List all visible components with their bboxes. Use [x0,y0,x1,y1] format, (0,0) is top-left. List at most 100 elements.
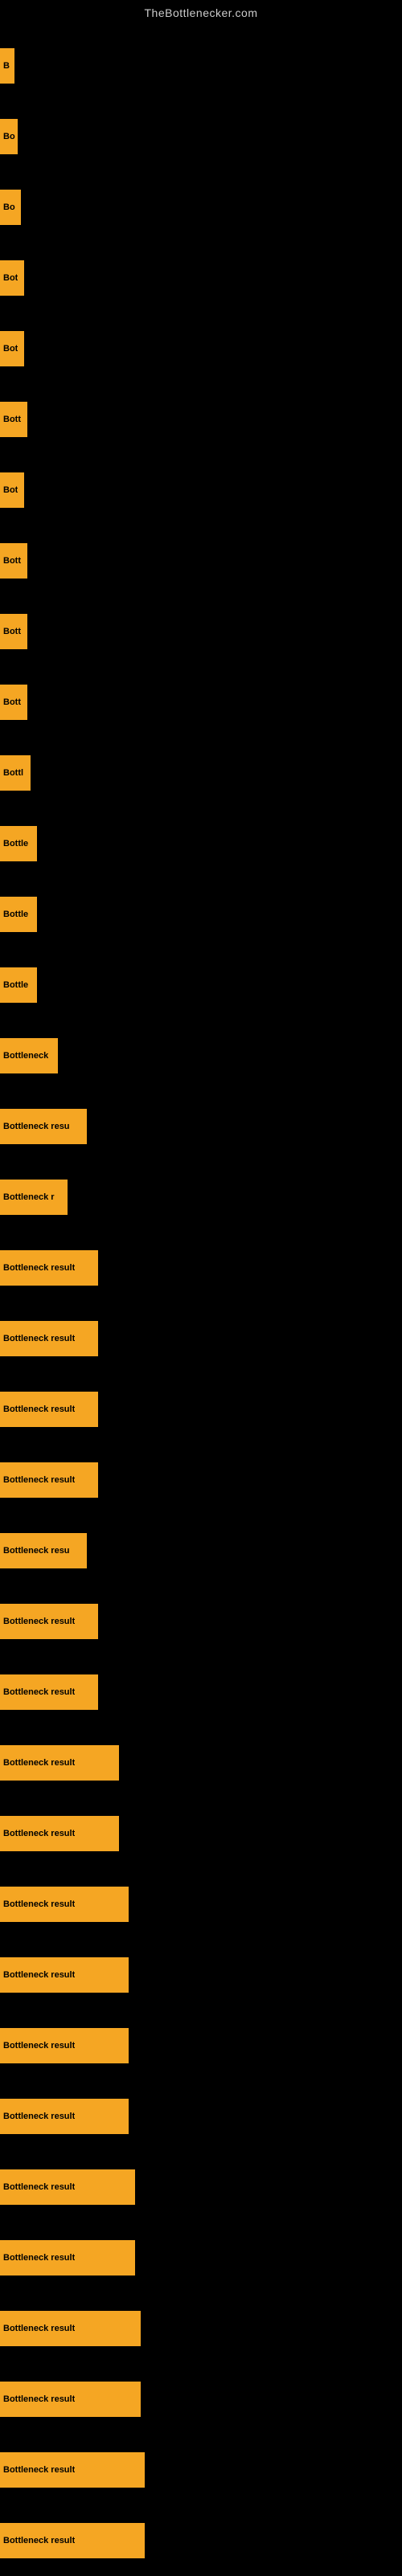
bar-row: Bott [0,384,402,455]
bar-label: Bottleneck result [3,1617,75,1626]
bar-item: Bottleneck result [0,2240,135,2275]
bar-row: Bott [0,596,402,667]
bar-item: Bottleneck result [0,1745,119,1781]
bar-row: Bottleneck result [0,1657,402,1728]
bar-item: Bottleneck [0,1038,58,1073]
bar-item: Bottleneck result [0,2382,141,2417]
bar-item: Bottleneck result [0,1392,98,1427]
bar-row: Bottl [0,738,402,808]
bar-item: Bot [0,331,24,366]
bar-item: Bottleneck resu [0,1109,87,1144]
bar-item: Bottleneck result [0,2028,129,2063]
bar-row: Bottle [0,879,402,950]
bar-item: Bottleneck result [0,2523,145,2558]
bar-row: Bottleneck result [0,1445,402,1515]
bar-label: Bottleneck result [3,1475,75,1485]
bar-label: Bo [3,132,15,141]
bar-row: Bott [0,667,402,738]
bar-item: Bot [0,472,24,508]
bar-label: Bottleneck result [3,2394,75,2404]
bar-label: Bottleneck result [3,2041,75,2051]
bar-item: Bottle [0,897,37,932]
bar-label: Bottleneck result [3,2182,75,2192]
bar-row: Bottle [0,808,402,879]
bar-label: Bottleneck result [3,2253,75,2263]
bar-row: Bottleneck result [0,2505,402,2576]
bar-item: Bottleneck result [0,2452,145,2488]
bar-row: Bottleneck result [0,1869,402,1940]
bar-item: Bottl [0,755,31,791]
bar-row: Bottleneck result [0,2152,402,2222]
bar-label: Bottleneck result [3,1334,75,1343]
bar-item: Bottleneck result [0,1816,119,1851]
bar-row: Bottleneck r [0,1162,402,1233]
bar-label: Bot [3,273,18,283]
bar-label: Bottleneck result [3,2324,75,2333]
bar-item: Bott [0,402,27,437]
bar-label: Bottleneck result [3,1970,75,1980]
bar-row: Bot [0,313,402,384]
site-title: TheBottlenecker.com [0,0,402,22]
bar-row: Bottleneck [0,1020,402,1091]
bar-item: Bottle [0,826,37,861]
bar-label: Bottle [3,980,28,990]
bar-row: Bottleneck result [0,1303,402,1374]
bar-item: Bo [0,119,18,154]
bar-item: Bottleneck result [0,1462,98,1498]
bar-item: Bottleneck result [0,1957,129,1993]
bar-label: Bottleneck r [3,1192,55,1202]
bar-row: Bottleneck resu [0,1091,402,1162]
bar-label: Bott [3,415,21,424]
bar-row: Bo [0,172,402,243]
bar-item: Bottleneck result [0,1250,98,1286]
bar-label: Bottleneck result [3,1899,75,1909]
bar-row: Bottleneck result [0,1940,402,2010]
bar-item: Bott [0,614,27,649]
bar-label: Bottleneck result [3,1405,75,1414]
bar-label: Bottleneck result [3,1829,75,1838]
bar-item: Bottle [0,967,37,1003]
bar-label: Bottleneck result [3,2112,75,2121]
bar-label: Bottleneck resu [3,1546,70,1556]
bar-item: Bott [0,685,27,720]
bar-row: Bottleneck result [0,1798,402,1869]
bar-row: Bottleneck resu [0,1515,402,1586]
bar-row: Bottleneck result [0,2293,402,2364]
bar-row: Bottleneck result [0,1374,402,1445]
bar-item: Bottleneck result [0,1321,98,1356]
bar-label: Bottleneck result [3,2536,75,2545]
bar-label: Bottleneck result [3,2465,75,2475]
bar-item: B [0,48,14,84]
bar-row: Bo [0,101,402,172]
bar-row: Bott [0,525,402,596]
bar-label: Bott [3,697,21,707]
bar-item: Bottleneck r [0,1180,68,1215]
bar-row: Bottleneck result [0,2364,402,2435]
bar-item: Bo [0,190,21,225]
bar-label: B [3,61,10,71]
bar-row: Bottleneck result [0,2081,402,2152]
bar-row: Bottleneck result [0,2222,402,2293]
bar-item: Bott [0,543,27,579]
bar-label: Bo [3,202,15,212]
bar-row: Bottleneck result [0,1233,402,1303]
bar-row: Bot [0,243,402,313]
bar-row: Bottleneck result [0,1586,402,1657]
bar-label: Bottl [3,768,23,778]
bar-row: Bot [0,455,402,525]
bar-label: Bottle [3,839,28,848]
bar-label: Bottleneck result [3,1263,75,1273]
bar-label: Bott [3,556,21,566]
bar-label: Bottleneck result [3,1758,75,1768]
bar-row: Bottleneck result [0,2435,402,2505]
bar-row: Bottle [0,950,402,1020]
bar-item: Bottleneck result [0,2099,129,2134]
bar-item: Bottleneck resu [0,1533,87,1568]
bar-row: B [0,31,402,101]
bar-item: Bottleneck result [0,1604,98,1639]
bar-row: Bottleneck result [0,2010,402,2081]
bar-item: Bottleneck result [0,1674,98,1710]
bar-label: Bottleneck resu [3,1122,70,1131]
bar-item: Bot [0,260,24,296]
bar-label: Bottleneck result [3,1687,75,1697]
